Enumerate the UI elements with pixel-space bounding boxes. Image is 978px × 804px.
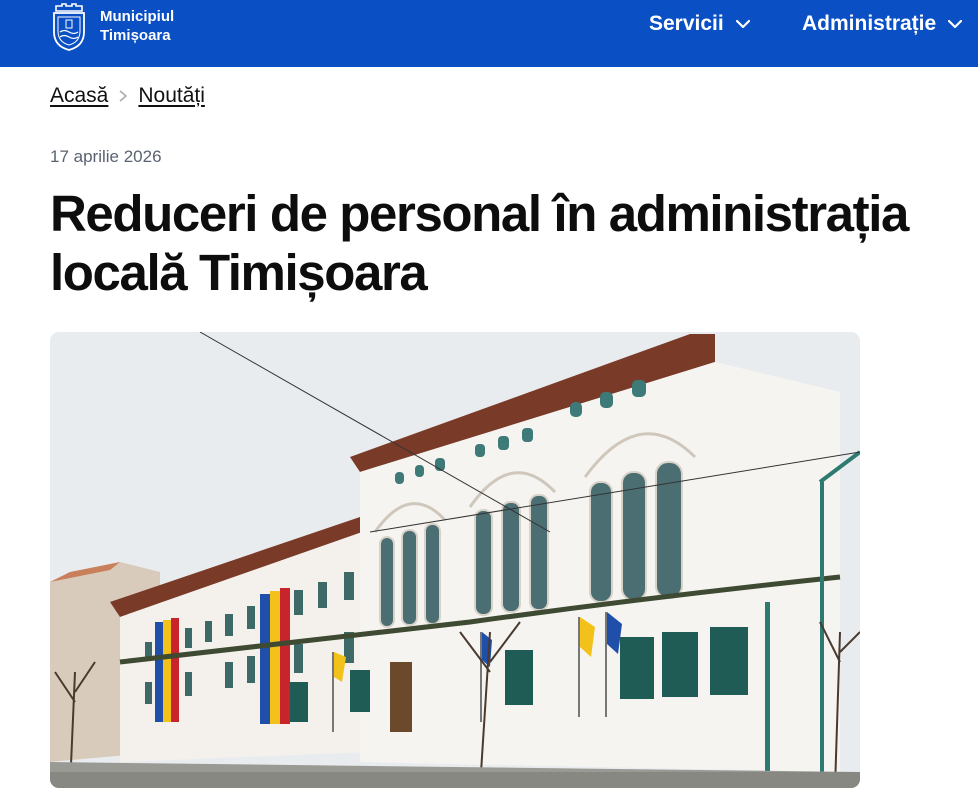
nav-servicii[interactable]: Servicii (649, 12, 752, 36)
breadcrumb: Acasă Noutăți (50, 84, 205, 108)
breadcrumb-news-link[interactable]: Noutăți (138, 84, 205, 108)
nav-administratie-label: Administrație (802, 12, 937, 35)
brand-line-2: Timișoara (100, 27, 171, 44)
nav-servicii-label: Servicii (649, 12, 724, 35)
article-date: 17 aprilie 2026 (50, 147, 162, 166)
brand-line-1: Municipiul (100, 8, 175, 25)
coat-of-arms-icon[interactable] (50, 2, 88, 52)
chevron-down-icon (948, 19, 963, 29)
nav-administratie[interactable]: Administrație (802, 12, 964, 36)
top-navigation-bar: Municipiul Timișoara Servicii Administra… (0, 0, 978, 67)
breadcrumb-home-link[interactable]: Acasă (50, 84, 108, 108)
brand-name[interactable]: Municipiul Timișoara (100, 7, 174, 45)
chevron-right-icon (119, 90, 128, 102)
chevron-down-icon (735, 19, 750, 29)
city-hall-photo (50, 332, 860, 788)
article-image (50, 332, 860, 788)
article-title: Reduceri de personal în administrația lo… (50, 185, 909, 301)
